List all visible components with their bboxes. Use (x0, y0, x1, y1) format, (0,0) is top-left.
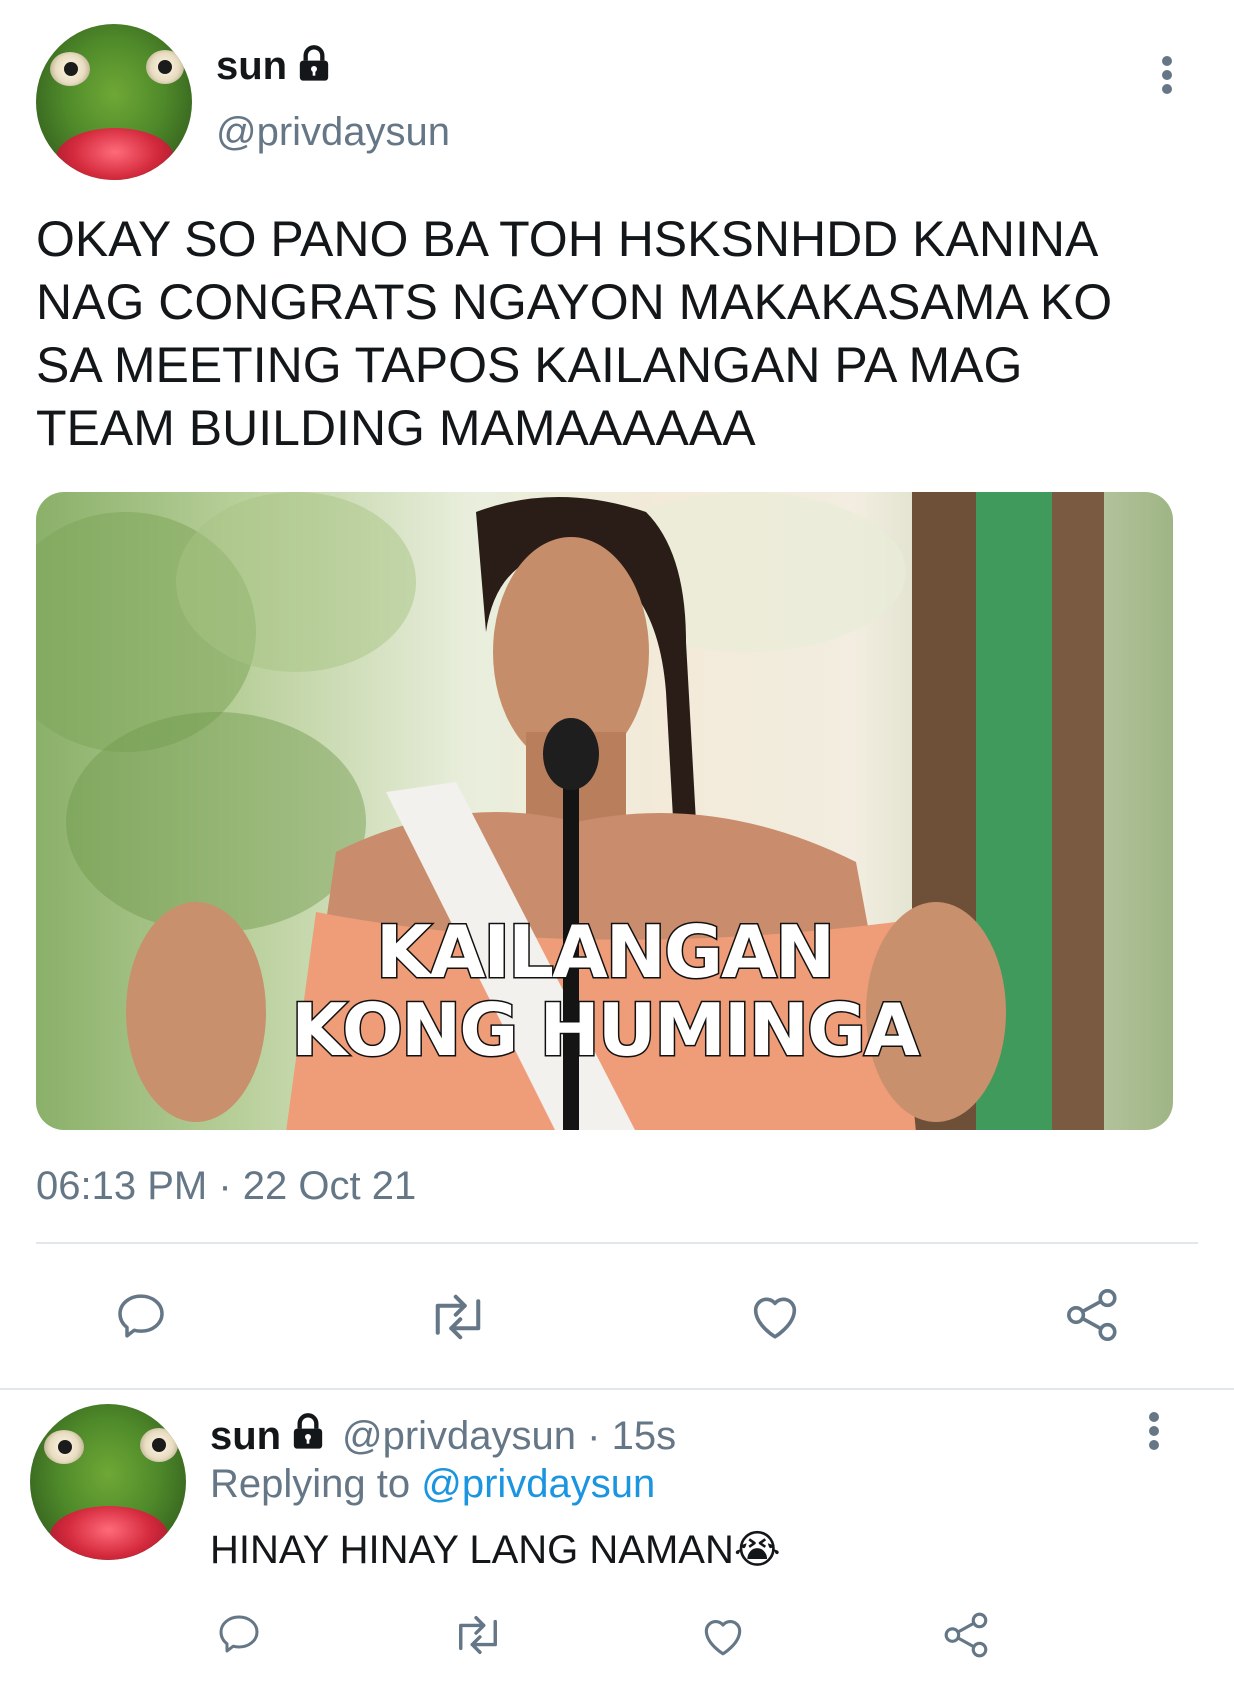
tweet-text-line: NAG CONGRATS NGAYON MAKAKASAMA KO (36, 274, 1113, 330)
replying-to-label: Replying to (210, 1462, 422, 1506)
reply-author-name[interactable]: sun (210, 1412, 281, 1460)
lock-icon (294, 44, 334, 89)
tweet-text-line: TEAM BUILDING MAMAAAAAA (36, 400, 756, 456)
share-icon[interactable] (1064, 1286, 1122, 1344)
author-name[interactable]: sun (216, 42, 287, 90)
retweet-icon[interactable] (424, 1290, 492, 1344)
replying-to-handle-link[interactable]: @privdaysun (421, 1462, 655, 1506)
reply-author-handle-time[interactable]: @privdaysun · 15s (342, 1412, 676, 1460)
media-caption-line2: KONG HUMINGA (290, 988, 921, 1072)
like-icon[interactable] (698, 1612, 748, 1658)
more-options-icon[interactable] (1148, 1412, 1160, 1450)
tweet-media-image[interactable]: KAILANGAN KONG HUMINGA (36, 492, 1173, 1130)
divider (36, 1242, 1198, 1244)
lock-icon (288, 1412, 328, 1457)
tweet-text-line: OKAY SO PANO BA TOH HSKSNHDD KANINA (36, 211, 1099, 267)
reply-icon[interactable] (214, 1610, 264, 1658)
media-caption-line1: KAILANGAN (374, 910, 836, 994)
author-handle[interactable]: @privdaysun (216, 108, 450, 156)
share-icon[interactable] (942, 1610, 992, 1660)
author-avatar[interactable] (36, 24, 192, 180)
replying-to: Replying to @privdaysun (210, 1460, 655, 1508)
retweet-icon[interactable] (448, 1612, 508, 1658)
tweet-text: OKAY SO PANO BA TOH HSKSNHDD KANINA NAG … (36, 208, 1196, 460)
reply-icon[interactable] (112, 1288, 170, 1344)
tweet-text-line: SA MEETING TAPOS KAILANGAN PA MAG (36, 337, 1023, 393)
like-icon[interactable] (746, 1288, 804, 1342)
reply-text: HINAY HINAY LANG NAMAN😭 (210, 1528, 781, 1572)
reply-author-avatar[interactable] (30, 1404, 186, 1560)
thread-separator (0, 1388, 1234, 1390)
tweet-timestamp[interactable]: 06:13 PM · 22 Oct 21 (36, 1162, 416, 1210)
more-options-icon[interactable] (1161, 56, 1173, 94)
